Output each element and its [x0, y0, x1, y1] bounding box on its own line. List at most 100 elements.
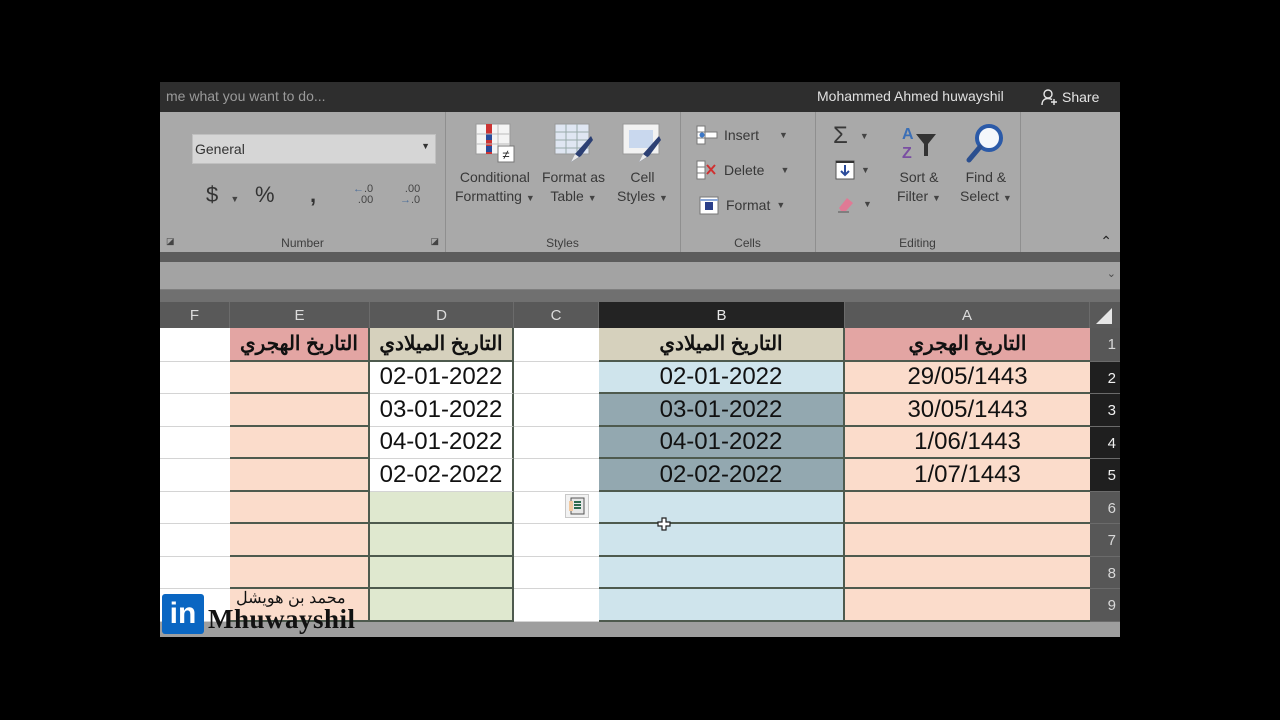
cell-c3[interactable]	[514, 394, 599, 427]
row-header-1[interactable]: 1	[1090, 328, 1120, 362]
row-header-3[interactable]: 3	[1090, 394, 1120, 427]
insert-cells-icon	[696, 125, 718, 145]
cell-c5[interactable]	[514, 459, 599, 492]
user-name[interactable]: Mohammed Ahmed huwayshil	[817, 88, 1004, 104]
format-cells-icon	[699, 196, 719, 215]
cell-a5[interactable]: 1/07/1443	[845, 459, 1090, 492]
group-label-editing: Editing	[899, 236, 936, 250]
cell-f1[interactable]	[160, 328, 230, 362]
increase-decimal-button[interactable]: ←.0 .00	[353, 184, 373, 206]
column-header-b[interactable]: B	[599, 302, 845, 328]
row-header-5[interactable]: 5	[1090, 459, 1120, 492]
cell-c4[interactable]	[514, 427, 599, 459]
column-header-f[interactable]: F	[160, 302, 230, 328]
divider	[160, 252, 1120, 262]
cell-f6[interactable]	[160, 492, 230, 524]
tell-me-search[interactable]: me what you want to do...	[166, 88, 326, 104]
cell-f7[interactable]	[160, 524, 230, 557]
cell-b7[interactable]	[599, 524, 845, 557]
cell-a2[interactable]: 29/05/1443	[845, 362, 1090, 394]
cell-d4[interactable]: 04-01-2022	[370, 427, 514, 459]
cell-b2[interactable]: 02-01-2022	[599, 362, 845, 394]
chevron-down-icon: ▼	[587, 193, 597, 203]
number-launcher-icon[interactable]: ◪	[430, 236, 439, 247]
cell-d2[interactable]: 02-01-2022	[370, 362, 514, 394]
clear-button[interactable]: ▼	[835, 194, 872, 214]
cell-b4[interactable]: 04-01-2022	[599, 427, 845, 459]
cell-a9[interactable]	[845, 589, 1090, 622]
conditional-formatting-button[interactable]: ≠ Conditional Formatting ▼	[455, 122, 535, 208]
cell-b8[interactable]	[599, 557, 845, 589]
formula-bar[interactable]: ⌄	[160, 262, 1120, 290]
number-group: ◪ General ▼ $ ▼ % , ←.0 .00 .00 →.0 Numb…	[160, 112, 446, 252]
cell-e6[interactable]	[230, 492, 370, 524]
row-header-6[interactable]: 6	[1090, 492, 1120, 524]
cell-c1[interactable]	[514, 328, 599, 362]
row-header-9[interactable]: 9	[1090, 589, 1120, 622]
row-header-2[interactable]: 2	[1090, 362, 1120, 394]
cell-d8[interactable]	[370, 557, 514, 589]
fill-button[interactable]: ▼	[835, 160, 870, 180]
expand-formula-bar-icon[interactable]: ⌄	[1107, 267, 1116, 280]
sort-filter-icon: A Z	[902, 126, 936, 162]
cell-styles-button[interactable]: Cell Styles ▼	[617, 122, 668, 208]
cell-d5[interactable]: 02-02-2022	[370, 459, 514, 492]
percent-button[interactable]: %	[255, 182, 275, 208]
cell-e4[interactable]	[230, 427, 370, 459]
comma-style-button[interactable]: ,	[310, 182, 316, 208]
cell-c8[interactable]	[514, 557, 599, 589]
format-button[interactable]: Format ▼	[698, 194, 785, 216]
delete-button[interactable]: Delete ▼	[696, 159, 789, 181]
cell-e1-header[interactable]: التاريخ الهجري	[230, 328, 370, 362]
cell-d1-header[interactable]: التاريخ الميلادي	[370, 328, 514, 362]
cell-e5[interactable]	[230, 459, 370, 492]
find-select-button[interactable]: Find & Select ▼	[960, 122, 1012, 208]
cell-a6[interactable]	[845, 492, 1090, 524]
collapse-ribbon-icon[interactable]: ⌃	[1100, 233, 1112, 250]
cell-d6[interactable]	[370, 492, 514, 524]
cell-b9[interactable]	[599, 589, 845, 622]
cell-f4[interactable]	[160, 427, 230, 459]
decrease-decimal-button[interactable]: .00 →.0	[400, 184, 420, 206]
format-as-table-button[interactable]: Format as Table ▼	[542, 122, 605, 208]
row-header-4[interactable]: 4	[1090, 427, 1120, 459]
cell-e3[interactable]	[230, 394, 370, 427]
cell-c2[interactable]	[514, 362, 599, 394]
column-header-e[interactable]: E	[230, 302, 370, 328]
cell-b3[interactable]: 03-01-2022	[599, 394, 845, 427]
cell-b5[interactable]: 02-02-2022	[599, 459, 845, 492]
column-header-a[interactable]: A	[845, 302, 1090, 328]
cell-f3[interactable]	[160, 394, 230, 427]
cell-a3[interactable]: 30/05/1443	[845, 394, 1090, 427]
currency-button[interactable]: $ ▼	[206, 182, 239, 208]
cell-d3[interactable]: 03-01-2022	[370, 394, 514, 427]
autosum-button[interactable]: Σ ▼	[833, 122, 869, 150]
cell-e7[interactable]	[230, 524, 370, 557]
cell-b1-header[interactable]: التاريخ الميلادي	[599, 328, 845, 362]
paste-options-button[interactable]	[565, 494, 589, 518]
column-header-c[interactable]: C	[514, 302, 599, 328]
number-format-select[interactable]: General ▼	[192, 134, 436, 164]
row-header-7[interactable]: 7	[1090, 524, 1120, 557]
cell-a1-header[interactable]: التاريخ الهجري	[845, 328, 1090, 362]
cell-f5[interactable]	[160, 459, 230, 492]
column-header-d[interactable]: D	[370, 302, 514, 328]
sort-filter-button[interactable]: A Z Sort & Filter ▼	[897, 122, 941, 208]
arrow-right-icon: →	[400, 194, 411, 206]
share-button[interactable]: Share	[1040, 86, 1099, 108]
cell-d7[interactable]	[370, 524, 514, 557]
row-header-8[interactable]: 8	[1090, 557, 1120, 589]
cell-a7[interactable]	[845, 524, 1090, 557]
cell-a4[interactable]: 1/06/1443	[845, 427, 1090, 459]
select-all-button[interactable]	[1090, 302, 1120, 328]
cell-c9[interactable]	[514, 589, 599, 622]
cell-f8[interactable]	[160, 557, 230, 589]
cell-a8[interactable]	[845, 557, 1090, 589]
cell-e8[interactable]	[230, 557, 370, 589]
cell-c7[interactable]	[514, 524, 599, 557]
cell-f2[interactable]	[160, 362, 230, 394]
cell-b6[interactable]	[599, 492, 845, 524]
cell-d9[interactable]	[370, 589, 514, 622]
insert-button[interactable]: Insert ▼	[696, 124, 788, 146]
cell-e2[interactable]	[230, 362, 370, 394]
